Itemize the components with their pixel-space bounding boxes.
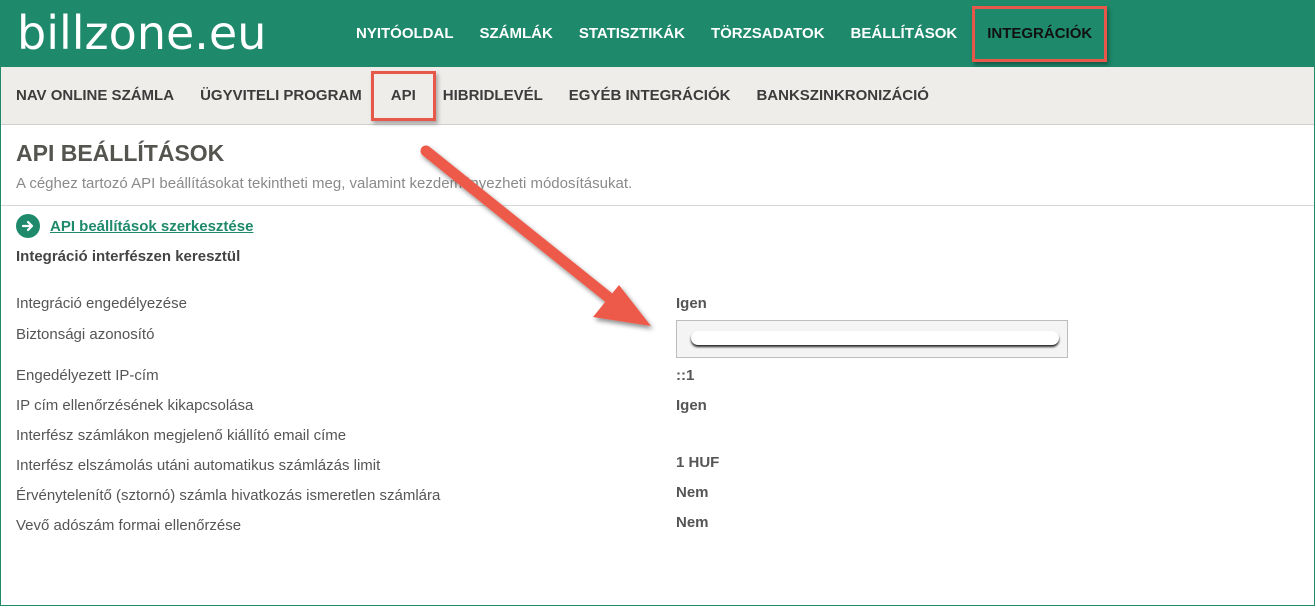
security-token-field (676, 320, 1068, 358)
top-bar: billzone.eu NYITÓOLDAL SZÁMLÁK STATISZTI… (1, 1, 1314, 67)
main-nav-item-statisztikak[interactable]: STATISZTIKÁK (566, 1, 698, 67)
brand-logo[interactable]: billzone.eu (17, 5, 266, 61)
sub-nav-item-egyeb-integraciok[interactable]: EGYÉB INTEGRÁCIÓK (556, 67, 744, 125)
main-nav-item-szamlak[interactable]: SZÁMLÁK (467, 1, 566, 67)
sub-nav-item-hibridlevel[interactable]: HIBRIDLEVÉL (430, 67, 556, 125)
page-title: API BEÁLLÍTÁSOK (16, 140, 225, 166)
setting-value: 1 HUF (676, 454, 720, 471)
sub-nav-item-ugyviteli-program[interactable]: ÜGYVITELI PROGRAM (187, 67, 375, 125)
setting-value: Igen (676, 397, 707, 414)
setting-label: IP cím ellenőrzésének kikapcsolása (16, 397, 254, 414)
setting-label: Interfész elszámolás utáni automatikus s… (16, 457, 381, 474)
sub-nav-item-bankszinkronizacio[interactable]: BANKSZINKRONIZÁCIÓ (743, 67, 942, 125)
setting-label: Interfész számlákon megjelenő kiállító e… (16, 427, 347, 444)
page-subtitle: A céghez tartozó API beállításokat tekin… (16, 175, 633, 192)
main-nav: NYITÓOLDAL SZÁMLÁK STATISZTIKÁK TÖRZSADA… (343, 1, 1108, 67)
setting-label: Integráció engedélyezése (16, 295, 187, 312)
main-nav-item-torzsadatok[interactable]: TÖRZSADATOK (698, 1, 838, 67)
sub-nav-item-api[interactable]: API (370, 70, 436, 121)
sub-nav: NAV ONLINE SZÁMLA ÜGYVITELI PROGRAM API … (1, 67, 1314, 125)
setting-value: Nem (676, 484, 709, 501)
redaction-bar (691, 331, 1059, 345)
main-nav-item-nyitooldal[interactable]: NYITÓOLDAL (343, 1, 467, 67)
main-nav-item-integraciok[interactable]: INTEGRÁCIÓK (972, 6, 1108, 62)
edit-api-settings-link[interactable]: API beállítások szerkesztése (16, 214, 253, 238)
arrow-right-circle-icon (16, 214, 40, 238)
sub-nav-item-nav-online-szamla[interactable]: NAV ONLINE SZÁMLA (3, 67, 187, 125)
setting-label: Biztonsági azonosító (16, 326, 155, 343)
setting-label: Érvénytelenítő (sztornó) számla hivatkoz… (16, 487, 441, 504)
main-nav-item-beallitasok[interactable]: BEÁLLÍTÁSOK (838, 1, 971, 67)
header-divider (1, 205, 1314, 206)
setting-value: ::1 (676, 367, 695, 384)
setting-value: Nem (676, 514, 709, 531)
setting-value: Igen (676, 295, 707, 312)
app-window: billzone.eu NYITÓOLDAL SZÁMLÁK STATISZTI… (0, 0, 1315, 606)
setting-label: Vevő adószám formai ellenőrzése (16, 517, 242, 534)
section-title: Integráció interfészen keresztül (16, 248, 241, 265)
setting-label: Engedélyezett IP-cím (16, 367, 159, 384)
edit-api-settings-label: API beállítások szerkesztése (50, 217, 254, 235)
